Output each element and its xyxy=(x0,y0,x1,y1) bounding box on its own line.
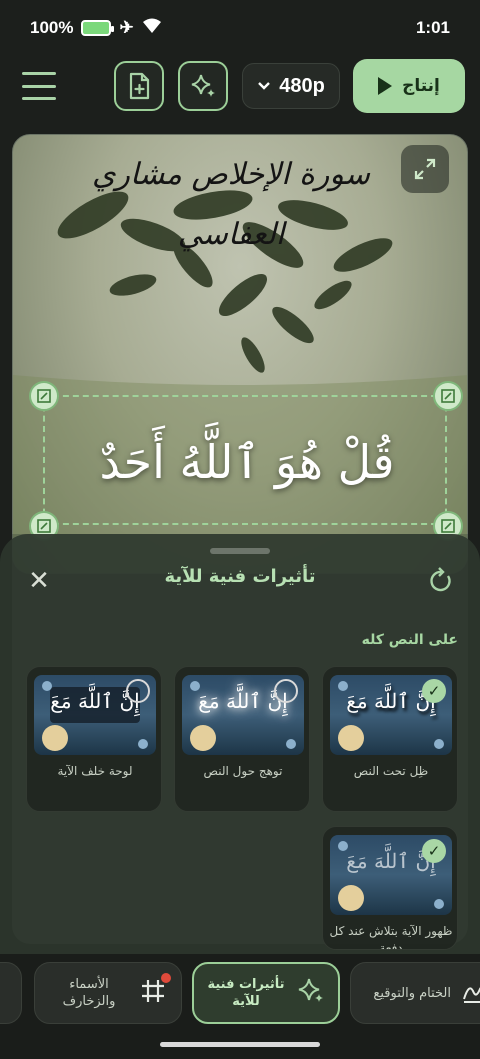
effect-card-fade[interactable]: إِنَّ ٱللَّهَ مَعَ ✓ ظهور الآية بتلاش عن… xyxy=(322,826,458,950)
sun-shape xyxy=(338,725,364,751)
effect-label: ظهور الآية بتلاش عند كل دفعة xyxy=(329,924,453,950)
check-icon: ✓ xyxy=(422,839,446,863)
produce-label: إنتاج xyxy=(402,76,440,96)
corner-dot xyxy=(434,899,444,909)
sun-shape xyxy=(42,725,68,751)
nav-label: الأسماء والزخارف xyxy=(62,977,116,1009)
close-icon[interactable]: ✕ xyxy=(24,566,54,596)
corner-dot xyxy=(338,841,348,851)
chevron-down-icon xyxy=(258,82,271,90)
effect-label: توهج حول النص xyxy=(203,764,283,778)
resolution-select[interactable]: 480p xyxy=(242,63,340,109)
video-preview[interactable]: سورة الإخلاص مشاري العفاسي قُلْ هُوَ ٱلل… xyxy=(12,134,468,574)
corner-dot xyxy=(434,739,444,749)
top-toolbar: 480p إنتاج xyxy=(0,58,480,114)
play-icon xyxy=(378,77,393,95)
expand-button[interactable] xyxy=(401,145,449,193)
corner-dot xyxy=(338,681,348,691)
bottom-nav: الأسماء والزخارف تأثيرات فنية للآية الخت… xyxy=(0,954,480,1059)
unchecked-circle-icon xyxy=(274,679,298,703)
clock: 1:01 xyxy=(415,18,450,37)
resolution-value: 480p xyxy=(279,74,325,97)
effect-thumbnail: إِنَّ ٱللَّهَ مَعَ xyxy=(182,675,304,755)
effect-thumbnail: إِنَّ ٱللَّهَ مَعَ ✓ xyxy=(330,675,452,755)
resize-handle-top-left[interactable] xyxy=(29,381,59,411)
sun-shape xyxy=(190,725,216,751)
home-indicator xyxy=(160,1042,320,1047)
hash-icon xyxy=(139,972,171,1010)
resize-icon xyxy=(441,389,455,403)
battery-percent: 100% xyxy=(30,18,74,37)
sparkle-icon xyxy=(191,74,215,97)
verse-text-box[interactable]: قُلْ هُوَ ٱللَّهُ أَحَدٌ xyxy=(43,395,447,525)
reset-icon[interactable] xyxy=(426,566,456,596)
resize-icon xyxy=(37,519,51,533)
sheet-grabber[interactable] xyxy=(210,548,270,554)
sheet-title: تأثيرات فنية للآية xyxy=(164,566,316,587)
effect-thumbnail: إِنَّ ٱللَّهَ مَعَ xyxy=(34,675,156,755)
sun-shape xyxy=(338,885,364,911)
effect-thumbnail: إِنَّ ٱللَّهَ مَعَ ✓ xyxy=(330,835,452,915)
notification-dot xyxy=(161,972,171,983)
unchecked-circle-icon xyxy=(126,679,150,703)
corner-dot xyxy=(286,739,296,749)
section-label: على النص كله xyxy=(361,632,458,648)
corner-dot xyxy=(138,739,148,749)
new-file-icon xyxy=(129,72,150,100)
effect-label: ظِل تحت النص xyxy=(353,764,429,778)
nav-item-ending-signature[interactable]: الختام والتوقيع xyxy=(350,962,480,1024)
expand-icon xyxy=(414,158,436,180)
resize-icon xyxy=(441,519,455,533)
verse-text: قُلْ هُوَ ٱللَّهُ أَحَدٌ xyxy=(99,435,395,489)
status-left: 100% ✈ xyxy=(30,18,162,39)
nav-item-names-decorations[interactable]: الأسماء والزخارف xyxy=(34,962,182,1024)
sparkle-icon xyxy=(296,976,326,1011)
effect-card-glow[interactable]: إِنَّ ٱللَّهَ مَعَ توهج حول النص xyxy=(174,666,310,812)
effect-card-panel[interactable]: إِنَّ ٱللَّهَ مَعَ لوحة خلف الآية xyxy=(26,666,162,812)
nav-item-partial[interactable] xyxy=(0,962,22,1024)
nav-label: تأثيرات فنية للآية xyxy=(207,977,285,1009)
signature-icon xyxy=(461,977,480,1010)
effect-label: لوحة خلف الآية xyxy=(57,764,133,778)
menu-icon[interactable] xyxy=(22,72,56,100)
status-bar: 100% ✈ 1:01 xyxy=(0,0,480,56)
produce-button[interactable]: إنتاج xyxy=(353,59,465,113)
effect-card-shadow[interactable]: إِنَّ ٱللَّهَ مَعَ ✓ ظِل تحت النص xyxy=(322,666,458,812)
nav-label: الختام والتوقيع xyxy=(373,985,451,1001)
resize-icon xyxy=(37,389,51,403)
resize-handle-top-right[interactable] xyxy=(433,381,463,411)
wifi-icon xyxy=(142,18,162,39)
airplane-icon: ✈ xyxy=(119,18,134,37)
new-file-button[interactable] xyxy=(114,61,164,111)
effects-button[interactable] xyxy=(178,61,228,111)
corner-dot xyxy=(42,681,52,691)
battery-icon xyxy=(81,20,115,36)
nav-item-effects[interactable]: تأثيرات فنية للآية xyxy=(192,962,340,1024)
check-icon: ✓ xyxy=(422,679,446,703)
sura-title: سورة الإخلاص مشاري العفاسي xyxy=(91,157,370,252)
corner-dot xyxy=(190,681,200,691)
effects-sheet: ✕ تأثيرات فنية للآية على النص كله إِنَّ … xyxy=(0,534,480,954)
